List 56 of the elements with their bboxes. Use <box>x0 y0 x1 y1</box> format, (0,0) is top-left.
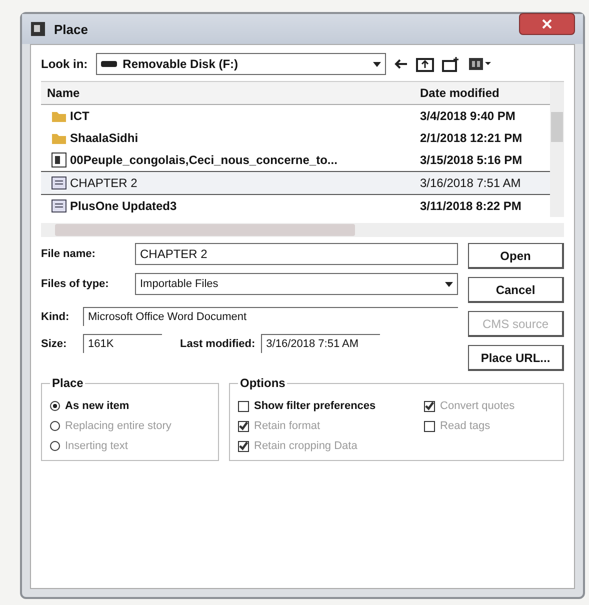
file-name: ShaalaSidhi <box>70 131 138 145</box>
size-field: 161K <box>83 334 162 353</box>
look-in-label: Look in: <box>41 57 88 71</box>
document-icon <box>51 198 67 214</box>
media-file-icon <box>51 152 67 168</box>
app-icon <box>30 21 46 37</box>
group-title: Place <box>50 376 86 390</box>
date-modified: 3/15/2018 5:16 PM <box>420 153 524 167</box>
file-row[interactable]: ShaalaSidhi 2/1/2018 12:21 PM <box>41 127 550 149</box>
dropdown-arrow-icon <box>445 282 453 286</box>
dialog-button[interactable]: Open <box>468 243 564 269</box>
radio-label[interactable]: As new item <box>65 400 130 412</box>
back-arrow-icon[interactable] <box>394 57 408 71</box>
document-icon <box>51 175 67 191</box>
file-name-field[interactable]: CHAPTER 2 <box>135 243 458 265</box>
drive-icon <box>100 60 117 68</box>
close-icon <box>542 19 552 29</box>
checkbox[interactable] <box>238 400 249 412</box>
kind-label: Kind: <box>41 310 70 322</box>
dialog-button[interactable]: Cancel <box>468 277 564 303</box>
file-name: 00Peuple_congolais,Ceci_nous_concerne_to... <box>70 153 338 167</box>
group-title: Options <box>238 376 288 390</box>
new-folder-icon[interactable] <box>442 56 460 72</box>
file-row[interactable]: CHAPTER 2 3/16/2018 7:51 AM <box>41 171 550 195</box>
radio-button[interactable] <box>50 401 60 411</box>
file-type-label: Files of type: <box>41 278 110 290</box>
file-name: ICT <box>70 109 90 123</box>
vertical-scrollbar[interactable] <box>550 82 564 217</box>
file-type-dropdown[interactable]: Importable Files <box>135 273 458 295</box>
checkbox-label[interactable]: Show filter preferences <box>254 400 376 412</box>
file-name: PlusOne Updated3 <box>70 199 177 213</box>
view-menu-icon[interactable] <box>468 56 492 72</box>
horizontal-scrollbar[interactable] <box>41 223 564 237</box>
look-in-dropdown[interactable]: Removable Disk (F:) <box>96 53 386 75</box>
date-modified: 3/11/2018 8:22 PM <box>420 199 522 213</box>
file-row[interactable]: ICT 3/4/2018 9:40 PM <box>41 105 550 127</box>
file-row[interactable]: PlusOne Updated3 3/11/2018 8:22 PM <box>41 195 550 217</box>
folder-icon <box>51 109 67 123</box>
dialog-button[interactable]: Place URL... <box>468 345 564 371</box>
folder-icon <box>51 131 67 145</box>
up-folder-icon[interactable] <box>416 56 434 72</box>
file-row[interactable]: 00Peuple_congolais,Ceci_nous_concerne_to... 3/15/2018 5:16 PM <box>41 149 550 171</box>
last-modified-label: Last modified: <box>180 338 256 350</box>
dropdown-arrow-icon <box>372 62 381 66</box>
date-modified: 3/16/2018 7:51 AM <box>420 176 522 190</box>
date-modified: 3/4/2018 9:40 PM <box>420 109 516 123</box>
date-modified: 2/1/2018 12:21 PM <box>420 131 524 145</box>
size-label: Size: <box>41 338 68 350</box>
last-modified-field: 3/16/2018 7:51 AM <box>261 334 380 353</box>
window-title: Place <box>54 22 89 36</box>
file-name-label: File name: <box>41 248 96 260</box>
kind-field: Microsoft Office Word Document <box>83 307 458 326</box>
file-name: CHAPTER 2 <box>70 176 138 190</box>
column-header[interactable]: Name <box>41 86 420 100</box>
column-header[interactable]: Date modified <box>420 86 550 100</box>
close-button[interactable] <box>519 13 575 35</box>
